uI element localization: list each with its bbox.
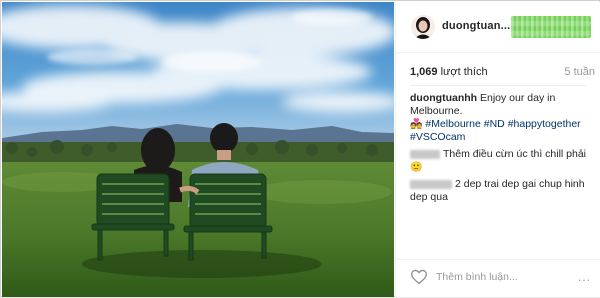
post-header: duongtuan...: [396, 2, 600, 53]
avatar-image: [411, 15, 435, 39]
heart-outline-icon[interactable]: [410, 269, 428, 285]
comment-text: Thêm điều cừn úc thì chill phải: [443, 148, 587, 160]
caption-username[interactable]: duongtuanhh: [410, 92, 477, 104]
post-photo[interactable]: [2, 2, 394, 297]
hashtag[interactable]: #Melbourne: [425, 118, 480, 130]
comment-item: 2 dep trai dep gai chup hinh dep qua: [410, 178, 590, 204]
post-details-panel: duongtuan... 1,069 lượt thích 5 tuần duo…: [395, 2, 600, 297]
instagram-post-frame: duongtuan... 1,069 lượt thích 5 tuần duo…: [0, 0, 600, 297]
header-username[interactable]: duongtuan...: [442, 20, 510, 32]
post-footer: ...: [396, 259, 600, 298]
comments-list: duongtuanhh Enjoy our day in Melbourne. …: [410, 92, 590, 204]
hashtag[interactable]: #ND: [484, 118, 505, 130]
post-time[interactable]: 5 tuần: [564, 66, 595, 78]
follow-button-redacted[interactable]: [511, 16, 591, 38]
likes-count[interactable]: 1,069 lượt thích: [410, 66, 488, 78]
comment-item: Thêm điều cừn úc thì chill phải 🙂: [410, 148, 590, 174]
redacted-username[interactable]: [410, 149, 440, 159]
likes-number: 1,069: [410, 66, 438, 78]
likes-row: 1,069 lượt thích 5 tuần: [410, 66, 595, 82]
avatar[interactable]: [411, 15, 435, 39]
hashtag[interactable]: #VSCOcam: [410, 131, 465, 143]
caption: duongtuanhh Enjoy our day in Melbourne. …: [410, 92, 590, 144]
hearts-emoji-icon: 💑: [410, 119, 423, 130]
hashtag[interactable]: #happytogether: [508, 118, 581, 130]
comment-input[interactable]: [436, 269, 556, 285]
divider: [410, 85, 587, 86]
likes-label: lượt thích: [440, 66, 488, 78]
redacted-username[interactable]: [410, 179, 452, 189]
photo-image: [2, 2, 394, 297]
more-dots-icon[interactable]: ...: [578, 270, 591, 284]
smile-emoji-icon: 🙂: [410, 162, 423, 173]
